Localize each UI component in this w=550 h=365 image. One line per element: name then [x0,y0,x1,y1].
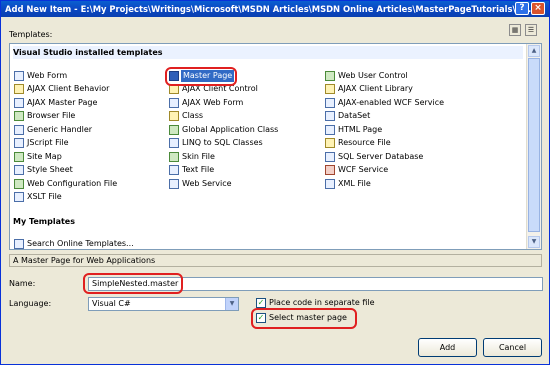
master-page-highlight [165,67,237,86]
ajax-client-behavior-icon [14,84,24,94]
browser-file-icon [14,111,24,121]
templates-scrollbar[interactable]: ▲ ▼ [526,44,541,249]
large-icons-view-icon[interactable]: ▦ [509,24,521,36]
web-form-icon [14,71,24,81]
cancel-button[interactable]: Cancel [483,338,542,357]
text-file-icon [169,165,179,175]
small-icons-view-icon[interactable]: ☰ [525,24,537,36]
close-button[interactable]: × [531,2,545,15]
template-description: A Master Page for Web Applications [9,254,542,267]
site-map-icon [14,152,24,162]
web-user-control-icon [325,71,335,81]
resource-file-icon [325,138,335,148]
dataset-icon [325,111,335,121]
scroll-down-icon[interactable]: ▼ [528,236,540,248]
sql-server-database-icon [325,152,335,162]
templates-label: Templates: [9,30,53,39]
web-configuration-file-icon [14,179,24,189]
help-button[interactable]: ? [515,2,529,15]
ajax-web-form-icon [169,98,179,108]
place-code-checkbox[interactable]: ✓ [256,298,266,308]
ajax-enabled-wcf-service-icon [325,98,335,108]
xslt-file-icon [14,192,24,202]
chevron-down-icon[interactable]: ▼ [225,298,238,310]
language-select[interactable]: Visual C# ▼ [88,297,239,311]
name-input-highlight [83,273,183,294]
search-online-icon [14,239,24,249]
title-bar[interactable]: Add New Item - E:\My Projects\Writings\M… [1,1,549,17]
name-label: Name: [9,279,36,288]
global-application-class-icon [169,125,179,135]
ajax-client-library-icon [325,84,335,94]
ajax-master-page-icon [14,98,24,108]
generic-handler-icon [14,125,24,135]
scroll-thumb[interactable] [528,58,540,232]
my-templates-header: My Templates [13,217,75,226]
skin-file-icon [169,152,179,162]
class-icon [169,111,179,121]
place-code-label: Place code in separate file [269,298,375,307]
html-page-icon [325,125,335,135]
add-new-item-dialog: Add New Item - E:\My Projects\Writings\M… [0,0,550,365]
scroll-up-icon[interactable]: ▲ [528,45,540,57]
language-select-value: Visual C# [92,299,131,308]
linq-to-sql-classes-icon [169,138,179,148]
select-master-page-highlight [251,308,357,329]
web-service-icon [169,179,179,189]
window-title: Add New Item - E:\My Projects\Writings\M… [5,4,532,14]
language-label: Language: [9,299,52,308]
templates-list[interactable]: Visual Studio installed templates Web Fo… [9,43,542,250]
style-sheet-icon [14,165,24,175]
installed-templates-header: Visual Studio installed templates [13,46,523,59]
wcf-service-icon [325,165,335,175]
add-button[interactable]: Add [418,338,477,357]
xml-file-icon [325,179,335,189]
jscript-file-icon [14,138,24,148]
